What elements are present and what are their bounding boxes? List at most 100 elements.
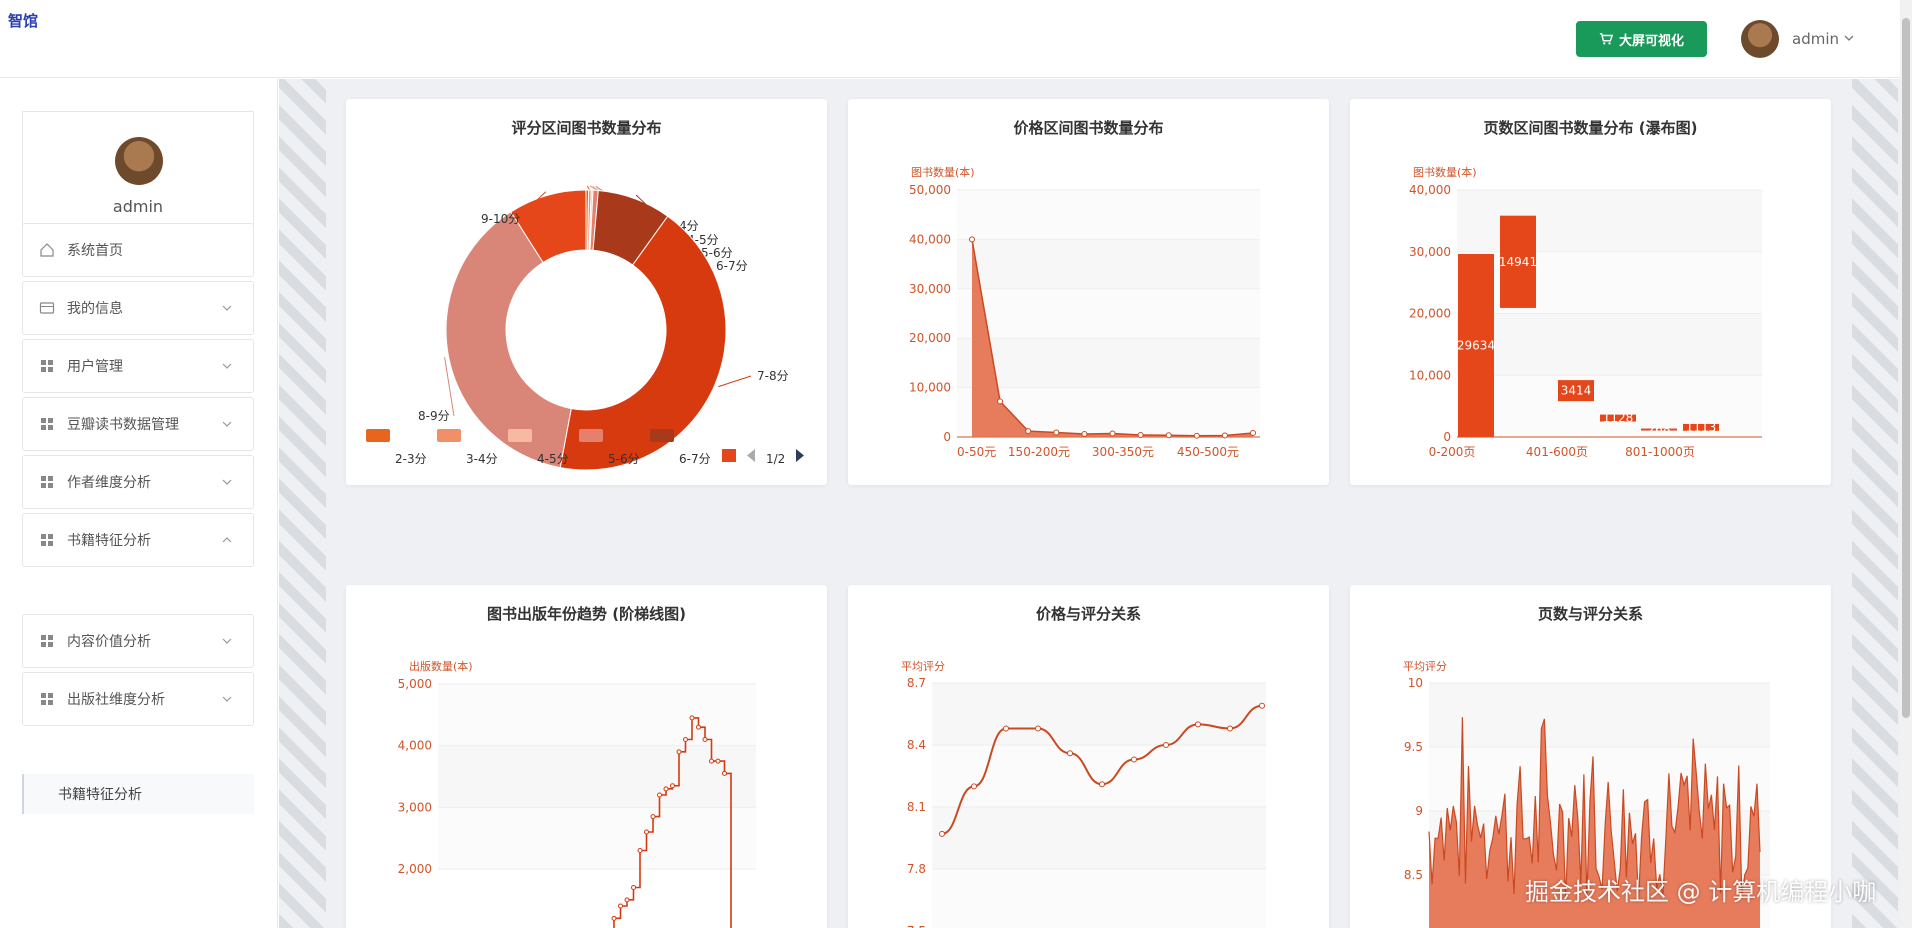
- scrollbar[interactable]: [1900, 0, 1912, 928]
- grid-band: [1429, 747, 1770, 811]
- sidebar-item-7[interactable]: 出版社维度分析: [22, 672, 254, 726]
- y-tick-label: 40,000: [909, 232, 951, 246]
- data-point: [997, 398, 1004, 405]
- chevron-down-icon: [222, 363, 232, 369]
- legend-page: 1/2: [766, 452, 785, 466]
- data-point: [663, 786, 669, 792]
- big-screen-button[interactable]: 大屏可视化: [1576, 21, 1707, 57]
- waterfall-chart: 图书数量(本) 0 10,000 20,000 30,000 40,000 29634 149…: [1409, 165, 1762, 459]
- legend-label: 3-4分: [466, 452, 498, 466]
- data-point: [939, 830, 945, 837]
- data-point: [969, 236, 975, 243]
- slice-label: 6-7分: [716, 259, 748, 273]
- sidebar-item-label: 书籍特征分析: [67, 533, 151, 549]
- pie-chart: 2-3分3-4分4-5分5-6分6-7分7-8分8-9分9-10分2-3分3-4…: [366, 185, 804, 471]
- chart-card-pages-waterfall: 页数区间图书数量分布 (瀑布图) 图书数量(本) 0 10,000 20,000 30,…: [1350, 99, 1831, 485]
- legend-swatch: [437, 429, 461, 442]
- sidebar-item-3[interactable]: 豆瓣读书数据管理: [22, 397, 254, 451]
- chevron-up-icon: [222, 537, 232, 543]
- grid-band: [957, 190, 1260, 240]
- x-tick-label: 450-500元: [1177, 445, 1239, 459]
- chevron-down-icon: [222, 696, 232, 702]
- data-point: [611, 915, 617, 921]
- grid-band: [932, 807, 1266, 869]
- grid-icon: [41, 476, 53, 488]
- chart-card-year-trend: 图书出版年份趋势 (阶梯线图) 出版数量(本) 2,000 3,000 4,000 5,…: [346, 585, 827, 928]
- data-point: [1025, 428, 1032, 435]
- user-avatar[interactable]: [1741, 20, 1779, 58]
- data-point: [715, 758, 721, 764]
- y-tick-label: 9.5: [1404, 740, 1423, 754]
- legend-swatch: [579, 429, 603, 442]
- legend-label: 4-5分: [537, 452, 569, 466]
- y-axis-label: 图书数量(本): [911, 165, 975, 179]
- big-screen-label: 大屏可视化: [1618, 33, 1684, 49]
- slice-label: 7-8分: [757, 369, 789, 383]
- data-point: [1035, 725, 1041, 732]
- data-point: [1109, 430, 1116, 437]
- chevron-down-icon[interactable]: [1842, 31, 1856, 45]
- app-logo[interactable]: 智馆: [8, 10, 38, 31]
- data-point: [657, 792, 662, 798]
- legend-prev-icon: [747, 449, 755, 462]
- data-point: [709, 758, 714, 764]
- slice-label: 9-10分: [481, 212, 520, 226]
- chevron-down-icon: [222, 479, 232, 485]
- grid-band: [1429, 683, 1770, 747]
- user-name[interactable]: admin: [1792, 30, 1839, 48]
- x-tick-label: 0-200页: [1429, 445, 1476, 459]
- sidebar-item-2[interactable]: 用户管理: [22, 339, 254, 393]
- y-tick-label: 20,000: [909, 331, 951, 345]
- sidebar-item-label: 出版社维度分析: [67, 692, 165, 708]
- data-point: [670, 783, 675, 789]
- x-tick-label: 0-50元: [957, 445, 996, 459]
- y-tick-label: 7.8: [907, 862, 926, 876]
- legend-label: 2-3分: [395, 452, 427, 466]
- bar-label: 3414: [1561, 384, 1592, 398]
- sidebar-item-0[interactable]: 系统首页: [22, 223, 254, 277]
- line-chart: 平均评分 7.5 7.8 8.1 8.4 8.7: [901, 660, 1266, 928]
- y-tick-label: 20,000: [1409, 307, 1451, 321]
- y-axis-label: 平均评分: [901, 660, 945, 673]
- sidebar-item-5[interactable]: 书籍特征分析: [22, 513, 254, 567]
- y-tick-label: 9: [1415, 804, 1423, 818]
- y-tick-label: 5,000: [398, 677, 432, 691]
- sidebar-item-label: 用户管理: [67, 359, 123, 375]
- profile-card: admin: [22, 111, 254, 240]
- bar-label: 1128: [1603, 411, 1634, 425]
- y-tick-label: 50,000: [909, 183, 951, 197]
- data-point: [1081, 431, 1088, 438]
- y-tick-label: 8.1: [907, 800, 926, 814]
- y-tick-label: 8.4: [907, 738, 926, 752]
- sidebar-item-1[interactable]: 我的信息: [22, 281, 254, 335]
- data-point: [624, 897, 630, 903]
- data-point: [637, 848, 643, 853]
- sidebar-item-6[interactable]: 内容价值分析: [22, 614, 254, 668]
- sidebar-subitem-book-features[interactable]: 书籍特征分析: [22, 774, 254, 814]
- legend-swatch: [722, 449, 736, 462]
- watermark: 掘金技术社区 @ 计算机编程小咖: [1525, 878, 1877, 906]
- data-point: [689, 715, 695, 721]
- chart-card-rating-dist: 评分区间图书数量分布 2-3分3-4分4-5分5-6分6-7分7-8分8-9分9…: [346, 99, 827, 485]
- sidebar-item-4[interactable]: 作者维度分析: [22, 455, 254, 509]
- y-axis-label: 出版数量(本): [409, 659, 473, 673]
- area-chart: 图书数量(本) 0 10,000 20,000 30,000 40,000 50,000 0-…: [909, 165, 1260, 459]
- grid-icon: [41, 360, 53, 372]
- bar-label: 1113: [1686, 420, 1717, 434]
- y-tick-label: 40,000: [1409, 183, 1451, 197]
- grid-icon: [41, 693, 53, 705]
- grid-band: [932, 745, 1266, 807]
- grid-band: [1457, 313, 1762, 376]
- chevron-down-icon: [222, 421, 232, 427]
- data-point: [676, 749, 682, 755]
- main-content: 评分区间图书数量分布 2-3分3-4分4-5分5-6分6-7分7-8分8-9分9…: [279, 79, 1912, 928]
- data-point: [696, 724, 701, 730]
- home-icon: [40, 243, 54, 257]
- legend-swatch: [508, 429, 532, 442]
- chevron-down-icon: [222, 305, 232, 311]
- scrollbar-thumb[interactable]: [1902, 18, 1910, 718]
- avatar[interactable]: [115, 137, 163, 185]
- legend-next-icon: [796, 449, 804, 462]
- step-line-chart: 出版数量(本) 2,000 3,000 4,000 5,000: [398, 659, 756, 928]
- data-point: [1221, 432, 1228, 439]
